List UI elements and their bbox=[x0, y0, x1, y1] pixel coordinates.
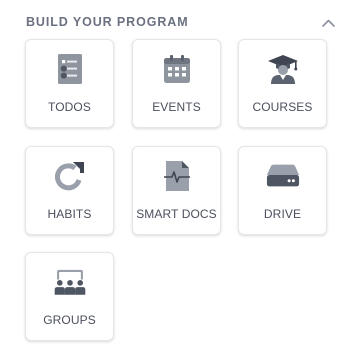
chevron-up-icon bbox=[321, 19, 335, 27]
tile-label: TODOS bbox=[48, 100, 91, 114]
tile-habits[interactable]: HABITS bbox=[25, 146, 114, 235]
tile-smart-docs[interactable]: SMART DOCS bbox=[132, 146, 221, 235]
tile-events[interactable]: EVENTS bbox=[132, 39, 221, 128]
hard-drive-icon bbox=[266, 159, 300, 193]
collapse-button[interactable] bbox=[318, 14, 338, 32]
tile-label: COURSES bbox=[252, 100, 313, 114]
checklist-icon bbox=[53, 52, 87, 86]
section-title: BUILD YOUR PROGRAM bbox=[26, 15, 189, 29]
tile-courses[interactable]: COURSES bbox=[238, 39, 327, 128]
tile-groups[interactable]: GROUPS bbox=[25, 252, 114, 341]
tile-label: GROUPS bbox=[43, 313, 96, 327]
calendar-icon bbox=[160, 52, 194, 86]
tile-todos[interactable]: TODOS bbox=[25, 39, 114, 128]
document-pulse-icon bbox=[160, 159, 194, 193]
tile-label: DRIVE bbox=[263, 207, 302, 221]
build-your-program-panel: BUILD YOUR PROGRAM TODOS EVENTS COURSES … bbox=[0, 0, 356, 358]
graduate-icon bbox=[266, 52, 300, 86]
refresh-arrow-icon bbox=[53, 159, 87, 193]
tile-label: EVENTS bbox=[152, 100, 201, 114]
section-header: BUILD YOUR PROGRAM bbox=[26, 14, 340, 32]
tile-label: HABITS bbox=[47, 207, 92, 221]
group-presentation-icon bbox=[53, 265, 87, 299]
tile-drive[interactable]: DRIVE bbox=[238, 146, 327, 235]
tile-label: SMART DOCS bbox=[136, 207, 217, 221]
